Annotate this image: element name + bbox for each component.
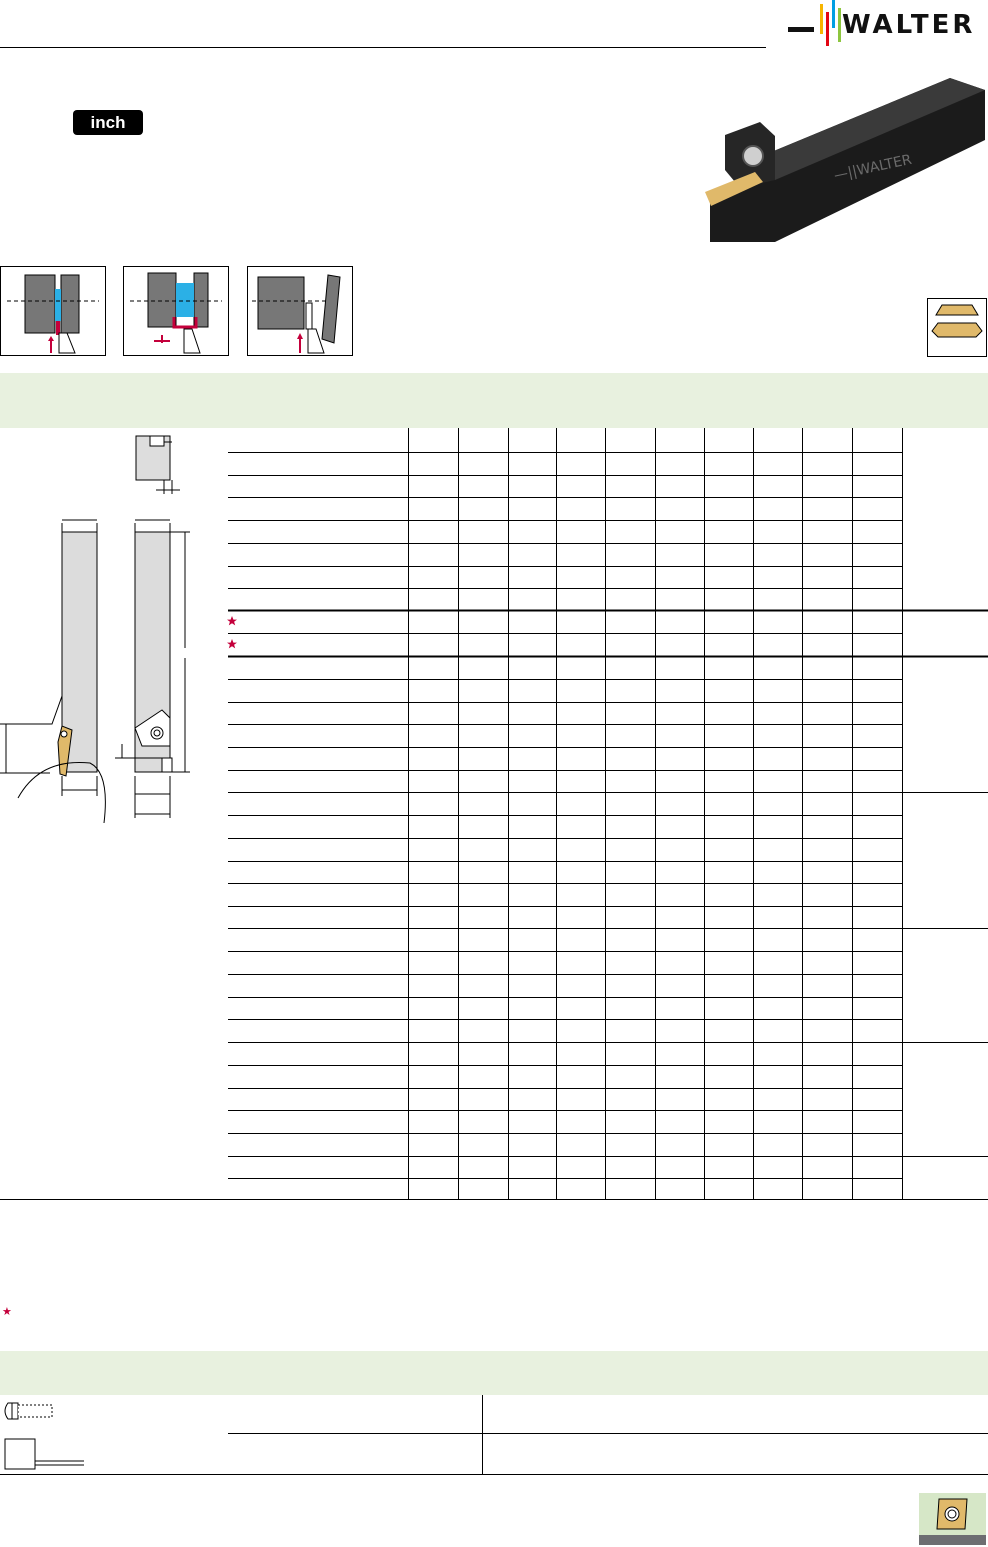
recommended-star-icon xyxy=(227,639,237,649)
dimension-drawing xyxy=(0,435,190,824)
clamping-screw-icon xyxy=(4,1402,53,1420)
parting-off-icon xyxy=(247,266,353,356)
axial-grooving-icon xyxy=(123,266,229,356)
walter-logo-icon: WALTER xyxy=(788,0,988,48)
torx-wrench-icon xyxy=(4,1438,84,1470)
unit-badge: inch xyxy=(73,110,143,135)
recommended-star-icon xyxy=(227,616,237,626)
brand-name: WALTER xyxy=(842,10,976,40)
grooving-toolholder-icon: —||WALTER xyxy=(705,78,985,242)
double-ended-grooving-insert-icon xyxy=(927,298,987,357)
indexable-insert-icon xyxy=(919,1493,986,1545)
footnote-star-icon: ★ xyxy=(2,1306,12,1318)
radial-grooving-icon xyxy=(0,266,106,356)
section-band-top xyxy=(0,373,988,428)
header-rule xyxy=(0,47,766,48)
article-table xyxy=(0,428,988,1200)
section-band-accessories xyxy=(0,1351,988,1395)
accessories-table xyxy=(0,1395,988,1475)
